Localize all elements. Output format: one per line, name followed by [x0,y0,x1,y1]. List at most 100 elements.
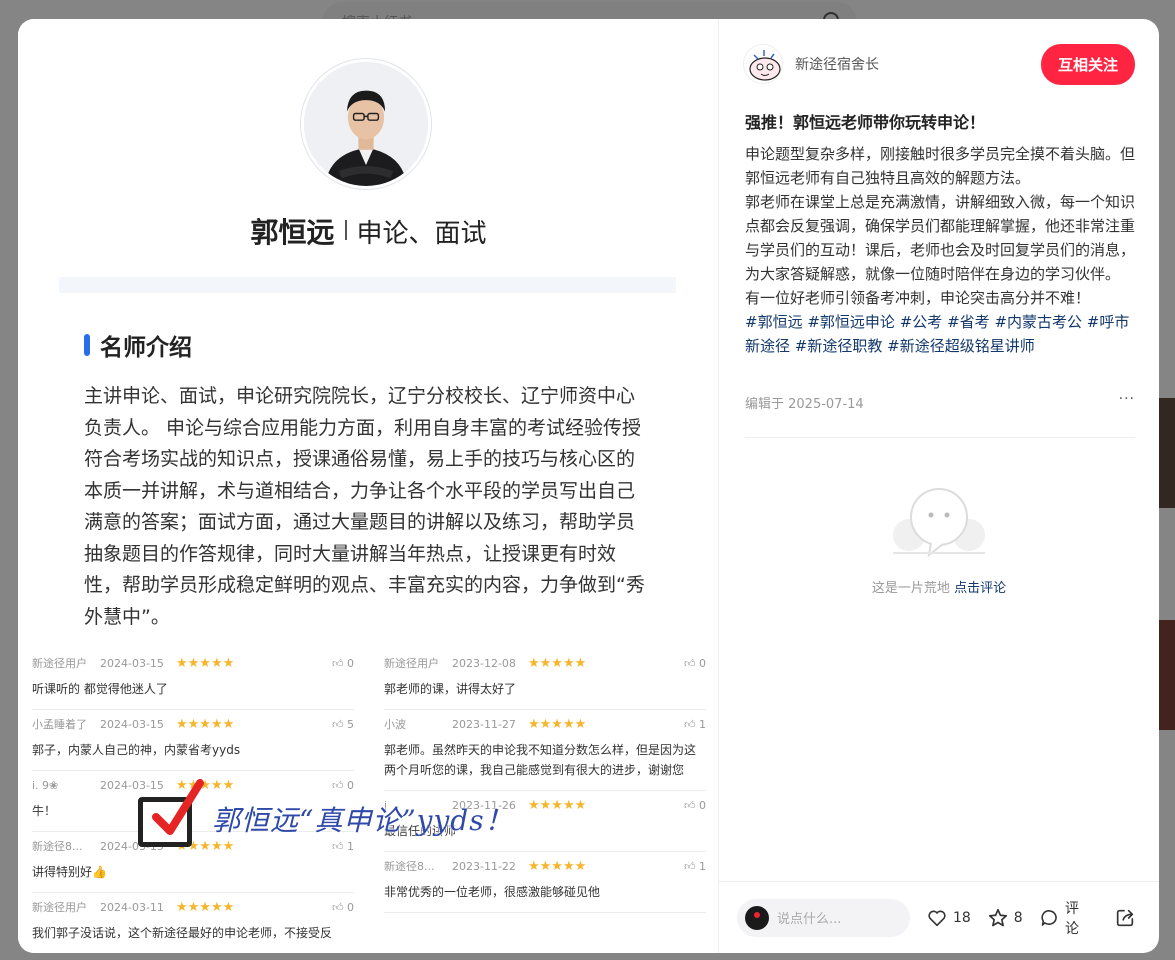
review-text: 郭子，内蒙人自己的神，内蒙省考yyds [32,743,241,757]
review-meta: 小波 2023-11-27 ★★★★★ 👍︎ 1 [384,710,706,738]
heart-icon [928,910,946,926]
review-likes: 👍︎ 0 [670,657,706,670]
review-stars: ★★★★★ [528,655,587,671]
empty-comments-icon [893,488,985,558]
comment-label: 评论 [1064,900,1079,937]
review-date: 2023-12-08 [452,656,516,670]
hashtag-link[interactable]: #内蒙古考公 [994,313,1082,331]
thumbs-up-icon: 👍︎ [684,717,699,731]
hashtag-link[interactable]: #郭恒远 [745,313,803,331]
share-button[interactable] [1114,907,1141,929]
note-modal: 郭恒远 申论、面试 名师介绍 主讲申论、面试，申论研究院院长，辽宁分校校长、辽宁师… [18,19,1159,953]
note-detail-panel: 新途径宿舍长 互相关注 强推！郭恒远老师带你玩转申论！ 申论题型复杂多样，刚接触… [719,19,1159,953]
review-text: 听课听的 都觉得他迷人了 [32,682,168,696]
comment-icon [1041,909,1057,926]
review-date: 2024-03-11 [100,900,164,914]
teacher-name: 郭恒远 [250,216,335,249]
teacher-photo [301,59,431,189]
review-date: 2023-11-27 [452,717,516,731]
heading-accent-bar [84,334,90,356]
hashtag-link[interactable]: #新途径职教 [795,337,883,355]
review-item: 新途径用户 2024-03-11 ★★★★★ 👍︎ 0 我们郭子没话说，这个新途径最好的… [32,893,354,953]
like-count: 18 [952,909,971,926]
author-avatar[interactable] [743,44,783,84]
empty-comments-text: 这是一片荒地 点击评论 [719,577,1159,596]
thumbs-up-icon: 👍︎ [684,656,699,670]
review-like-count: 0 [699,656,706,670]
review-likes: 👍︎ 1 [670,860,706,873]
review-user: 新途径8... [384,860,435,873]
checkmark-icon [152,779,204,835]
stamp-overlay: 郭恒远“真申论”yyds！ [138,779,578,849]
hashtag-link[interactable]: #省考 [947,313,990,331]
empty-comments-label: 这是一片荒地 [871,581,950,596]
review-meta: 小孟睡着了 2024-03-15 ★★★★★ 👍︎ 5 [32,710,354,738]
review-text: 我们郭子没话说，这个新途径最好的申论老师，不接受反 [32,926,333,940]
review-user: 新途径用户 [32,657,87,670]
review-like-count: 0 [347,656,354,670]
collect-button[interactable]: 8 [987,907,1023,929]
hashtag-link[interactable]: #郭恒远申论 [807,313,895,331]
thumbs-up-icon: 👍︎ [684,859,699,873]
review-item: 小孟睡着了 2024-03-15 ★★★★★ 👍︎ 5 郭子，内蒙人自己的神，内蒙省考y… [32,710,354,771]
review-item: 新途径8... 2023-11-22 ★★★★★ 👍︎ 1 非常优秀的一位老师，很感激能… [384,852,706,913]
review-stars: ★★★★★ [176,716,235,732]
intro-paragraph: 主讲申论、面试，申论研究院院长，辽宁分校校长、辽宁师资中心负责人。 申论与综合应… [84,385,645,628]
teacher-heading: 郭恒远 申论、面试 [18,211,718,251]
review-item: 新途径用户 2024-03-15 ★★★★★ 👍︎ 0 听课听的 都觉得他迷人了 [32,649,354,710]
more-icon[interactable]: ··· [1119,391,1135,407]
hashtag-link[interactable]: #公考 [900,313,943,331]
review-stars: ★★★★★ [528,716,587,732]
review-stars: ★★★★★ [528,858,587,874]
review-like-count: 5 [347,717,354,731]
decorative-band [59,277,676,293]
divider [344,220,347,240]
review-meta: 新途径用户 2024-03-11 ★★★★★ 👍︎ 0 [32,893,354,921]
thumbs-up-icon: 👍︎ [684,798,699,812]
review-text: 讲得特别好👍 [32,865,107,879]
review-likes: 👍︎ 1 [670,718,706,731]
star-icon [988,908,1007,926]
add-comment-link[interactable]: 点击评论 [954,581,1006,596]
thumbs-up-icon: 👍︎ [332,656,347,670]
review-stars: ★★★★★ [176,655,235,671]
review-like-count: 1 [699,859,706,873]
share-icon [1116,909,1134,926]
post-body: 申论题型复杂多样，刚接触时很多学员完全摸不着头脑。但郭恒远老师有自己独特且高效的… [745,142,1135,358]
teacher-subjects: 申论、面试 [356,219,487,249]
thumbs-up-icon: 👍︎ [332,717,347,731]
hashtag-link[interactable]: #新途径超级铭星讲师 [887,337,1035,355]
review-user: 小波 [384,718,406,731]
review-text: 非常优秀的一位老师，很感激能够碰见他 [384,885,601,899]
like-button[interactable]: 18 [926,907,971,929]
post-title: 强推！郭恒远老师带你玩转申论！ [745,113,986,132]
avatar [745,905,769,930]
review-date: 2024-03-15 [100,717,164,731]
review-date: 2023-11-22 [452,859,516,873]
review-likes: 👍︎ 0 [318,901,354,914]
stamp-text: 郭恒远“真申论”yyds！ [212,804,514,837]
review-user: 新途径用户 [32,901,87,914]
review-like-count: 0 [347,900,354,914]
author-row: 新途径宿舍长 互相关注 [743,43,1135,85]
follow-button[interactable]: 互相关注 [1040,43,1135,85]
review-stars: ★★★★★ [176,899,235,915]
review-likes: 👍︎ 0 [318,657,354,670]
comment-button[interactable]: 评论 [1039,898,1092,938]
author-name[interactable]: 新途径宿舍长 [795,54,1041,74]
comment-input[interactable]: 说点什么... [737,898,910,937]
note-image[interactable]: 郭恒远 申论、面试 名师介绍 主讲申论、面试，申论研究院院长，辽宁分校校长、辽宁师… [18,19,719,953]
intro-heading: 名师介绍 [84,328,192,362]
review-meta: 新途径用户 2024-03-15 ★★★★★ 👍︎ 0 [32,649,354,677]
review-meta: 新途径用户 2023-12-08 ★★★★★ 👍︎ 0 [384,649,706,677]
tag-list: #郭恒远 #郭恒远申论 #公考 #省考 #内蒙古考公 #呼市新途径 #新途径职教… [745,310,1135,358]
intro-title: 名师介绍 [100,335,192,361]
review-meta: 新途径8... 2023-11-22 ★★★★★ 👍︎ 1 [384,852,706,880]
post-paragraph: 郭老师在课堂上总是充满激情，讲解细致入微，每一个知识点都会反复强调，确保学员们都… [745,193,1136,283]
review-date: 2024-03-15 [100,656,164,670]
thumbs-up-icon: 👍︎ [332,900,347,914]
comment-input-placeholder: 说点什么... [777,912,842,927]
review-user: 新途径用户 [384,657,439,670]
post-paragraph: 有一位好老师引领备考冲刺，申论突击高分并不难！ [745,289,1091,307]
review-text: 郭老师的课，讲得太好了 [384,682,517,696]
